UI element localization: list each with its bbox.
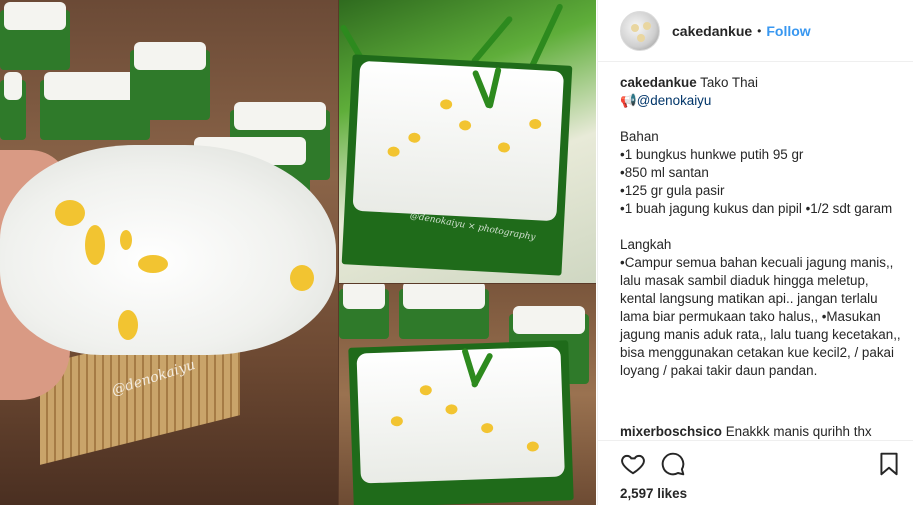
post-caption: cakedankue Tako Thai 📢@denokaiyu Bahan •…	[620, 74, 905, 380]
megaphone-icon: 📢	[620, 93, 637, 108]
tako-square	[348, 340, 574, 505]
separator-dot: •	[757, 23, 762, 38]
photo-tako-pandan-bottom	[339, 284, 596, 505]
bahan-heading: Bahan	[620, 129, 659, 144]
langkah-heading: Langkah	[620, 237, 672, 252]
post-side-panel: cakedankue • Follow cakedankue Tako Thai…	[597, 0, 913, 505]
post-header: cakedankue • Follow	[598, 0, 913, 62]
ingredient-item: •1 bungkus hunkwe putih 95 gr	[620, 147, 804, 162]
tako-cup	[0, 2, 70, 70]
caption-title: Tako Thai	[700, 75, 758, 90]
mention-link[interactable]: @denokaiyu	[637, 93, 712, 108]
comment-text: Enakkk manis qurihh thx	[725, 424, 872, 439]
ingredient-item: •125 gr gula pasir	[620, 183, 725, 198]
header-username[interactable]: cakedankue	[672, 23, 752, 39]
comment-bubble-icon[interactable]	[660, 451, 686, 477]
tako-cup	[339, 284, 389, 339]
ingredient-item: •850 ml santan	[620, 165, 709, 180]
bitten-tako-piece	[0, 145, 336, 355]
photo-bitten-tako: @denokaiyu	[0, 0, 338, 505]
corn-kernel	[138, 255, 168, 273]
tako-square	[341, 54, 573, 276]
post-actions: 2,597 likes	[598, 440, 913, 505]
comment-username[interactable]: mixerboschsico	[620, 424, 722, 439]
follow-button[interactable]: Follow	[766, 23, 810, 39]
corn-kernel	[290, 265, 314, 291]
bookmark-icon[interactable]	[876, 451, 902, 477]
corn-kernel	[55, 200, 85, 226]
tako-cup	[130, 42, 210, 120]
corn-kernel	[118, 310, 138, 340]
heart-icon[interactable]	[620, 451, 646, 477]
corn-kernel	[120, 230, 132, 250]
tako-cup	[0, 72, 26, 140]
caption-username[interactable]: cakedankue	[620, 75, 697, 90]
photo-tako-pandan-top: @denokaiyu × photography	[339, 0, 596, 283]
likes-count[interactable]: 2,597 likes	[620, 486, 687, 501]
langkah-text: •Campur semua bahan kecuali jagung manis…	[620, 255, 905, 378]
tako-cup	[399, 284, 489, 339]
post-media[interactable]: @denokaiyu @denokaiyu × photography	[0, 0, 596, 505]
comment: mixerboschsico Enakkk manis qurihh thx	[620, 424, 872, 439]
corn-kernel	[85, 225, 105, 265]
pandan-leaf	[470, 15, 514, 65]
avatar[interactable]	[620, 10, 660, 51]
ingredient-item: •1 buah jagung kukus dan pipil •1/2 sdt …	[620, 201, 893, 216]
